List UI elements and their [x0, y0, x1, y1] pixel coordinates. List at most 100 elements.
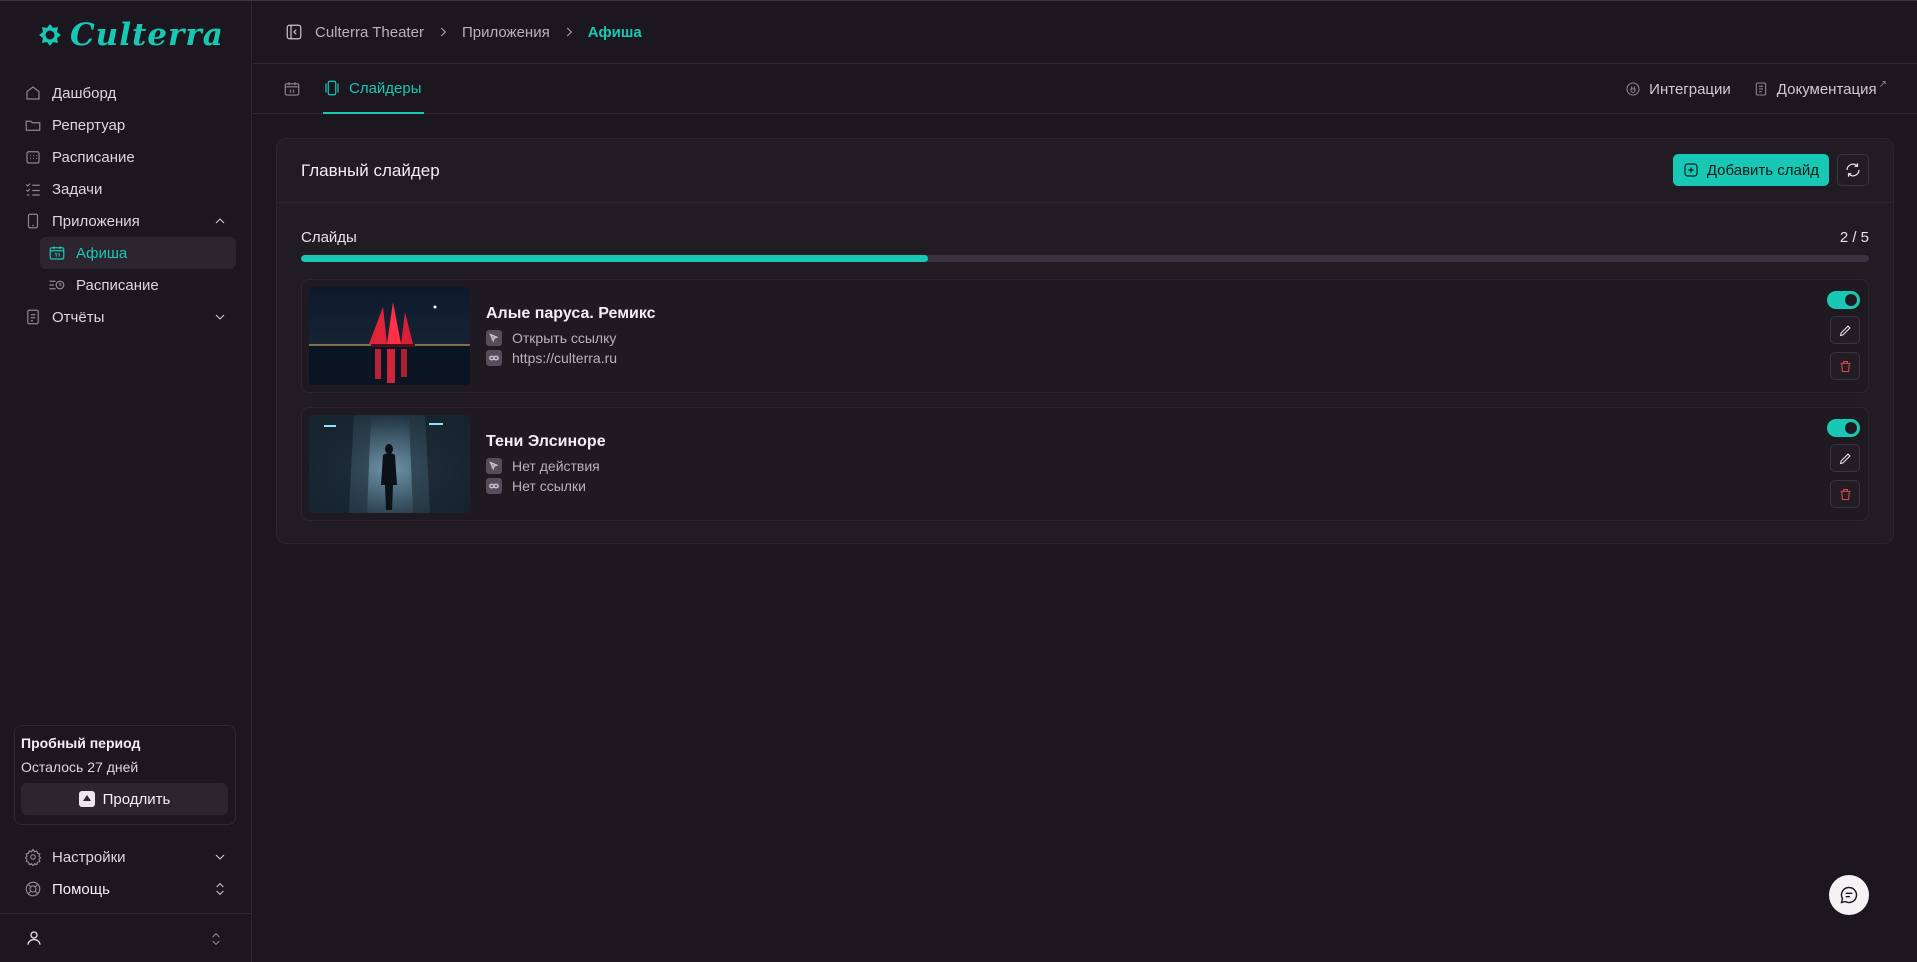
- edit-slide-button[interactable]: [1830, 316, 1860, 344]
- sidebar-item-reports[interactable]: Отчёты: [18, 301, 236, 333]
- sidebar-item-label: Настройки: [52, 848, 126, 866]
- sidebar-item-label: Приложения: [52, 212, 140, 230]
- sidebar-item-repertoire[interactable]: Репертуар: [18, 109, 236, 141]
- sidebar-item-label: Дашборд: [52, 84, 117, 102]
- folder-icon: [25, 120, 41, 131]
- refresh-button[interactable]: [1837, 154, 1869, 186]
- sidebar-item-label: Расписание: [76, 276, 159, 294]
- trash-icon: [1840, 360, 1850, 372]
- chat-icon: [1840, 886, 1858, 904]
- slide-link: https://culterra.ru: [486, 350, 617, 366]
- gear-icon: [24, 848, 42, 866]
- chevron-up-icon[interactable]: [212, 213, 228, 229]
- slide-item[interactable]: Тени Элсиноре Нет действия Нет ссылки: [301, 407, 1869, 521]
- sidebar-collapse-icon[interactable]: [285, 23, 303, 41]
- document-icon: [1755, 82, 1766, 96]
- external-link-icon: ↗: [1878, 78, 1887, 90]
- documentation-link[interactable]: Документация ↗: [1753, 78, 1887, 98]
- tasks-icon: [25, 183, 40, 196]
- edit-slide-button[interactable]: [1830, 444, 1860, 472]
- documentation-label: Документация: [1776, 80, 1877, 98]
- slide-action-label: Открыть ссылку: [512, 330, 617, 346]
- pencil-icon: [1839, 452, 1851, 464]
- slide-link-label: https://culterra.ru: [512, 350, 618, 366]
- sidebar-item-label: Задачи: [52, 180, 103, 198]
- breadcrumb-current: Афиша: [587, 23, 642, 41]
- integrations-label: Интеграции: [1649, 80, 1731, 98]
- add-slide-button[interactable]: Добавить слайд: [1672, 154, 1829, 186]
- sidebar-item-dashboard[interactable]: Дашборд: [18, 77, 236, 109]
- calendar-grid-icon: [26, 151, 40, 164]
- cursor-click-icon: [486, 330, 502, 346]
- bottom-nav: Настройки Помощь: [18, 841, 236, 905]
- sidebar-item-label: Расписание: [52, 148, 135, 166]
- slider-card: Главный слайдер Добавить слайд Слайды 2 …: [276, 138, 1894, 544]
- slide-enabled-toggle[interactable]: [1827, 419, 1860, 437]
- breadcrumb: Culterra Theater Приложения Афиша: [315, 24, 642, 41]
- brand-name: Culterra: [70, 17, 224, 53]
- slides-icon: [325, 80, 339, 96]
- brand-logo[interactable]: Culterra: [38, 17, 224, 53]
- slide-thumbnail: [309, 415, 470, 513]
- chevrons-up-down-icon: [212, 932, 220, 946]
- delete-slide-button[interactable]: [1830, 352, 1860, 380]
- tab-bar: Слайдеры Интеграции Документация ↗: [253, 64, 1917, 114]
- user-icon: [27, 931, 41, 945]
- chat-support-button[interactable]: [1829, 875, 1869, 915]
- sidebar-item-label: Афиша: [76, 244, 128, 262]
- slide-link-label: Нет ссылки: [512, 478, 586, 494]
- slide-enabled-toggle[interactable]: [1827, 291, 1860, 309]
- tab-label: Слайдеры: [349, 79, 422, 97]
- chevrons-up-down-icon[interactable]: [212, 881, 228, 897]
- report-icon: [27, 309, 39, 325]
- sidebar-item-apps[interactable]: Приложения: [18, 205, 236, 237]
- slide-item[interactable]: Алые паруса. Ремикс Открыть ссылку https…: [301, 279, 1869, 393]
- sidebar-item-help[interactable]: Помощь: [18, 873, 236, 905]
- main-nav: Дашборд Репертуар Расписание Задачи Прил…: [18, 77, 236, 333]
- calendar-icon: [49, 246, 65, 260]
- upgrade-icon: [78, 791, 95, 807]
- sidebar-item-schedule[interactable]: Расписание: [18, 141, 236, 173]
- sidebar-subitem-schedule[interactable]: Расписание: [40, 269, 236, 301]
- tab-calendar-icon[interactable]: [283, 80, 301, 98]
- chevron-right-icon: [440, 27, 446, 37]
- slide-thumbnail: [309, 287, 470, 385]
- chevron-down-icon[interactable]: [212, 849, 228, 865]
- trash-icon: [1840, 488, 1850, 500]
- link-icon: [486, 350, 502, 366]
- sidebar-item-tasks[interactable]: Задачи: [18, 173, 236, 205]
- home-icon: [26, 86, 40, 100]
- apps-submenu: Афиша Расписание: [40, 237, 236, 301]
- sidebar-item-label: Репертуар: [52, 116, 126, 134]
- extend-trial-button[interactable]: Продлить: [21, 783, 228, 815]
- tab-sliders[interactable]: Слайдеры: [323, 64, 424, 114]
- top-links: Интеграции Документация ↗: [1625, 64, 1887, 114]
- user-menu[interactable]: [0, 913, 252, 962]
- sidebar-subitem-afisha[interactable]: Афиша: [40, 237, 236, 269]
- slide-action: Нет действия: [486, 458, 600, 474]
- tablet-icon: [27, 213, 39, 229]
- cursor-click-icon: [486, 458, 502, 474]
- breadcrumb-item[interactable]: Приложения: [462, 24, 550, 41]
- sidebar: Culterra Дашборд Репертуар Расписание За…: [0, 1, 252, 962]
- sidebar-item-label: Помощь: [52, 880, 110, 898]
- link-icon: [486, 478, 502, 494]
- trial-title: Пробный период: [21, 735, 141, 751]
- slide-title: Алые паруса. Ремикс: [486, 305, 656, 322]
- trial-panel: Пробный период Осталось 27 дней Продлить: [14, 725, 236, 825]
- top-header: Culterra Theater Приложения Афиша: [253, 1, 1917, 64]
- slide-title: Тени Элсиноре: [486, 433, 606, 450]
- card-header: Главный слайдер Добавить слайд: [277, 139, 1893, 203]
- delete-slide-button[interactable]: [1830, 480, 1860, 508]
- integrations-link[interactable]: Интеграции: [1625, 81, 1731, 98]
- refresh-icon: [1846, 163, 1860, 177]
- slides-progress-label: Слайды: [301, 229, 357, 246]
- lifebuoy-icon: [25, 881, 41, 897]
- breadcrumb-item[interactable]: Culterra Theater: [315, 24, 424, 41]
- plus-square-icon: [1684, 163, 1698, 177]
- schedule-list-icon: [49, 280, 65, 290]
- chevron-down-icon[interactable]: [212, 309, 228, 325]
- slides-progress-count: 2 / 5: [1839, 229, 1869, 246]
- sidebar-item-settings[interactable]: Настройки: [18, 841, 236, 873]
- trial-days-left: Осталось 27 дней: [21, 759, 139, 775]
